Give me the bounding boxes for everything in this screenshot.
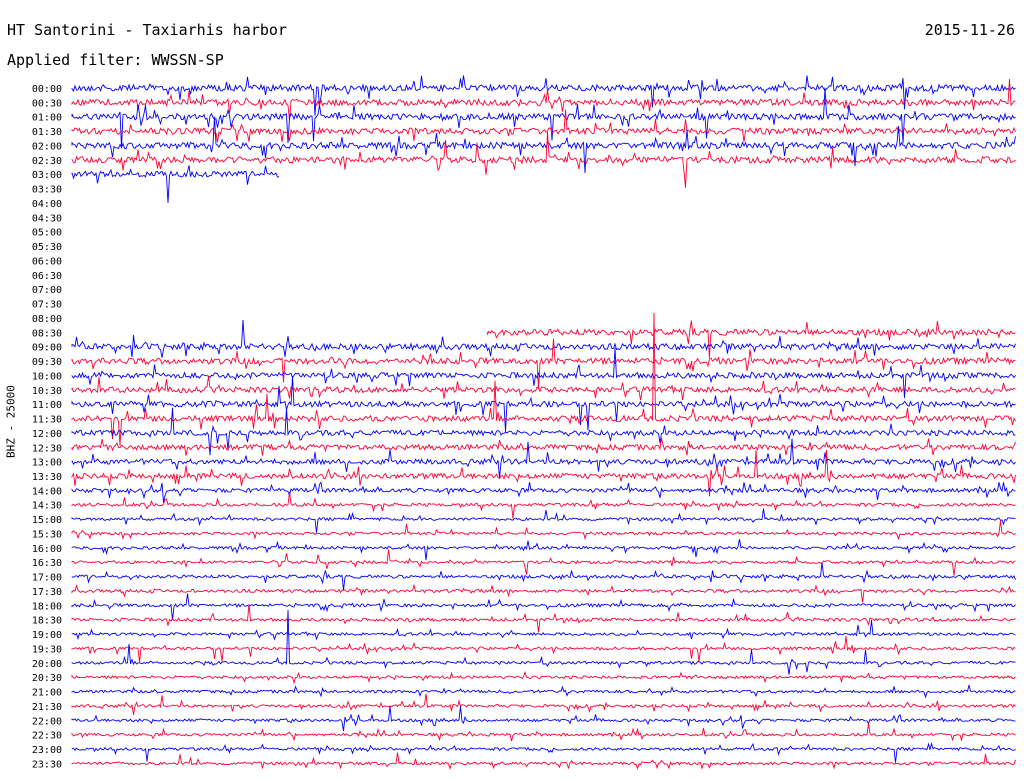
seismic-trace-1500 <box>71 508 1016 533</box>
time-label: 12:00 <box>32 429 62 440</box>
time-label: 06:00 <box>32 256 62 267</box>
seismic-trace-0030 <box>71 79 1016 121</box>
time-label: 13:00 <box>32 458 62 469</box>
time-label: 07:30 <box>32 300 62 311</box>
time-label: 10:30 <box>32 386 62 397</box>
time-label: 08:00 <box>32 314 62 325</box>
seismic-trace-1230 <box>71 438 1016 456</box>
seismic-trace-2230 <box>71 723 1016 742</box>
time-label: 09:00 <box>32 343 62 354</box>
time-label: 01:30 <box>32 127 62 138</box>
seismic-trace-1300 <box>71 438 1016 479</box>
time-label: 08:30 <box>32 328 62 339</box>
time-label: 20:30 <box>32 673 62 684</box>
seismic-trace-1930 <box>71 636 1016 663</box>
time-label: 03:30 <box>32 185 62 196</box>
seismic-trace-1030 <box>71 376 1016 401</box>
time-label: 22:00 <box>32 716 62 727</box>
time-label: 16:30 <box>32 558 62 569</box>
seismic-trace-0830 <box>486 320 1016 358</box>
time-label: 23:00 <box>32 745 62 756</box>
time-label: 02:00 <box>32 141 62 152</box>
time-label: 14:00 <box>32 486 62 497</box>
time-label: 10:00 <box>32 371 62 382</box>
time-label: 04:30 <box>32 213 62 224</box>
seismic-trace-0300 <box>71 165 280 204</box>
time-label: 17:30 <box>32 587 62 598</box>
time-label: 18:30 <box>32 616 62 627</box>
seismic-trace-1530 <box>71 520 1016 541</box>
time-label: 09:30 <box>32 357 62 368</box>
seismic-trace-2100 <box>71 684 1016 699</box>
seismic-trace-1100 <box>71 376 1016 432</box>
seismic-trace-1400 <box>71 481 1016 503</box>
helicorder-plot: 00:00 00:30 01:00 01:30 02:00 02:30 03:00 03:30… <box>32 75 1016 770</box>
seismic-trace-2330 <box>71 752 1016 770</box>
time-label: 20:00 <box>32 659 62 670</box>
seismic-trace-0900 <box>71 319 1016 358</box>
seismic-trace-2200 <box>71 706 1016 732</box>
seismic-trace-0000 <box>71 75 1016 116</box>
time-label: 21:00 <box>32 688 62 699</box>
time-label: 04:00 <box>32 199 62 210</box>
time-label: 01:00 <box>32 113 62 124</box>
seismic-trace-1630 <box>71 549 1016 576</box>
time-label: 14:30 <box>32 501 62 512</box>
seismic-trace-1130 <box>71 312 1016 446</box>
time-label: 06:30 <box>32 271 62 282</box>
time-label: 15:30 <box>32 529 62 540</box>
time-label: 11:30 <box>32 415 62 426</box>
time-label: 00:30 <box>32 98 62 109</box>
time-labels: 00:00 00:30 01:00 01:30 02:00 02:30 03:00 03:30… <box>32 84 62 770</box>
time-label: 23:30 <box>32 759 62 770</box>
time-label: 15:00 <box>32 515 62 526</box>
time-label: 05:00 <box>32 228 62 239</box>
seismic-trace-0200 <box>71 116 1016 174</box>
time-label: 02:30 <box>32 156 62 167</box>
time-label: 21:30 <box>32 702 62 713</box>
seismic-traces <box>71 75 1016 770</box>
seismic-trace-1430 <box>71 491 1016 519</box>
time-label: 03:00 <box>32 170 62 181</box>
time-label: 17:00 <box>32 573 62 584</box>
time-label: 19:30 <box>32 644 62 655</box>
seismic-trace-1730 <box>71 583 1016 603</box>
time-label: 00:00 <box>32 84 62 95</box>
time-label: 18:00 <box>32 601 62 612</box>
time-label: 16:00 <box>32 544 62 555</box>
seismic-trace-1900 <box>71 620 1016 641</box>
time-label: 11:00 <box>32 400 62 411</box>
time-label: 22:30 <box>32 731 62 742</box>
seismic-trace-0930 <box>71 338 1016 389</box>
time-label: 07:00 <box>32 285 62 296</box>
seismic-trace-2130 <box>71 693 1016 715</box>
seismic-trace-1600 <box>71 539 1016 561</box>
time-label: 12:30 <box>32 443 62 454</box>
seismic-trace-1700 <box>71 562 1016 591</box>
seismic-trace-2030 <box>71 670 1016 685</box>
time-label: 19:00 <box>32 630 62 641</box>
seismic-trace-1830 <box>71 603 1016 633</box>
seismic-trace-2300 <box>71 741 1016 763</box>
time-label: 13:30 <box>32 472 62 483</box>
time-label: 05:30 <box>32 242 62 253</box>
